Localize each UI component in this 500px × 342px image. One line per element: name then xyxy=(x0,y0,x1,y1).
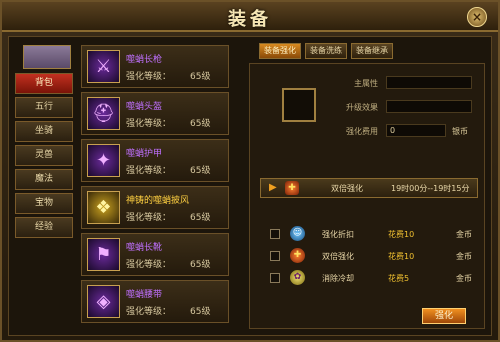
category-nav: 背包 五行 坐骑 灵兽 魔法 宝物 经验 xyxy=(15,45,75,325)
item-name: 噬蛸腰带 xyxy=(126,290,163,300)
enhance-body: 主属性 升级效果 强化费用 0 银币 ▶ ✚ 双倍强化 19时00分--19时1… xyxy=(249,63,485,329)
equipment-row[interactable]: ⚔ 噬蛸长枪 强化等级： 65级 xyxy=(81,45,229,88)
item-name: 噬蛸头盔 xyxy=(126,102,163,112)
double-icon: ✚ xyxy=(290,248,305,263)
item-level-value: 65级 xyxy=(190,213,211,223)
enhance-panel: 装备强化 装备洗练 装备继承 主属性 升级效果 强化费用 0 银币 ▶ ✚ 双倍… xyxy=(245,41,489,333)
item-name: 噬蛸护甲 xyxy=(126,149,163,159)
main-attr-field xyxy=(386,76,472,89)
upgrade-effect-label: 升级效果 xyxy=(346,103,378,112)
cloak-icon: ❖ xyxy=(87,191,120,224)
item-level-label: 强化等级： xyxy=(126,260,172,270)
cost-field: 0 xyxy=(386,124,446,137)
equipment-row[interactable]: ◈ 噬蛸腰带 强化等级： 65级 xyxy=(81,280,229,323)
tab-refine[interactable]: 装备洗练 xyxy=(305,43,347,59)
item-name: 噬蛸长枪 xyxy=(126,55,163,65)
cost-unit: 银币 xyxy=(452,127,468,136)
equipment-row[interactable]: ⛑ 噬蛸头盔 强化等级： 65级 xyxy=(81,92,229,135)
belt-icon: ◈ xyxy=(87,285,120,318)
tab-enhance[interactable]: 装备强化 xyxy=(259,43,301,59)
discount-icon: ☺ xyxy=(290,226,305,241)
item-level-label: 强化等级： xyxy=(126,213,172,223)
option-name: 消除冷却 xyxy=(322,274,354,283)
nav-item-exp[interactable]: 经验 xyxy=(15,217,73,238)
window-title: 装备 xyxy=(228,9,272,30)
nav-item-magic[interactable]: 魔法 xyxy=(15,169,73,190)
cooldown-checkbox[interactable] xyxy=(270,273,280,283)
option-currency: 金币 xyxy=(456,252,472,261)
title-bar: 装备 × xyxy=(2,2,498,32)
close-icon[interactable]: × xyxy=(467,7,487,27)
item-level-value: 65级 xyxy=(190,72,211,82)
nav-item-pet[interactable]: 灵兽 xyxy=(15,145,73,166)
avatar xyxy=(23,45,71,69)
option-currency: 金币 xyxy=(456,230,472,239)
item-level-label: 强化等级： xyxy=(126,307,172,317)
enhance-button[interactable]: 强化 xyxy=(422,308,466,324)
item-level-value: 65级 xyxy=(190,119,211,129)
armor-icon: ✦ xyxy=(87,144,120,177)
equipment-slot[interactable] xyxy=(282,88,316,122)
double-icon: ✚ xyxy=(285,181,299,195)
item-level-label: 强化等级： xyxy=(126,119,172,129)
option-discount: ☺ 强化折扣 花费10 金币 xyxy=(260,226,478,244)
main-attr-label: 主属性 xyxy=(354,79,378,88)
buff-time: 19时00分--19时15分 xyxy=(391,184,470,193)
item-name: 噬蛸长靴 xyxy=(126,243,163,253)
boots-icon: ⚑ xyxy=(87,238,120,271)
cost-label: 强化费用 xyxy=(346,127,378,136)
discount-checkbox[interactable] xyxy=(270,229,280,239)
option-currency: 金币 xyxy=(456,274,472,283)
item-level-label: 强化等级： xyxy=(126,166,172,176)
item-name: 神铸的噬蛸披风 xyxy=(126,196,190,206)
option-name: 双倍强化 xyxy=(322,252,354,261)
item-level-value: 65级 xyxy=(190,260,211,270)
option-cooldown: ✿ 消除冷却 花费5 金币 xyxy=(260,270,478,288)
content-area: 背包 五行 坐骑 灵兽 魔法 宝物 经验 ⚔ 噬蛸长枪 强化等级： 65级 ⛑ … xyxy=(8,36,492,336)
nav-item-treasure[interactable]: 宝物 xyxy=(15,193,73,214)
option-cost: 花费10 xyxy=(388,252,415,261)
option-double: ✚ 双倍强化 花费10 金币 xyxy=(260,248,478,266)
upgrade-effect-field xyxy=(386,100,472,113)
nav-item-mount[interactable]: 坐骑 xyxy=(15,121,73,142)
nav-item-wuxing[interactable]: 五行 xyxy=(15,97,73,118)
equipment-row[interactable]: ✦ 噬蛸护甲 强化等级： 65级 xyxy=(81,139,229,182)
equipment-window: 装备 × 背包 五行 坐骑 灵兽 魔法 宝物 经验 ⚔ 噬蛸长枪 强化等级： 6… xyxy=(0,0,500,342)
equipment-row[interactable]: ❖ 神铸的噬蛸披风 强化等级： 65级 xyxy=(81,186,229,229)
double-checkbox[interactable] xyxy=(270,251,280,261)
equipment-list: ⚔ 噬蛸长枪 强化等级： 65级 ⛑ 噬蛸头盔 强化等级： 65级 ✦ 噬蛸护甲… xyxy=(81,45,231,333)
option-name: 强化折扣 xyxy=(322,230,354,239)
item-level-value: 65级 xyxy=(190,166,211,176)
double-enhance-buff[interactable]: ▶ ✚ 双倍强化 19时00分--19时15分 xyxy=(260,178,478,198)
spear-icon: ⚔ xyxy=(87,50,120,83)
nav-item-bag[interactable]: 背包 xyxy=(15,73,73,94)
item-level-label: 强化等级： xyxy=(126,72,172,82)
option-cost: 花费5 xyxy=(388,274,410,283)
cooldown-icon: ✿ xyxy=(290,270,305,285)
helmet-icon: ⛑ xyxy=(87,97,120,130)
arrow-icon: ▶ xyxy=(269,182,277,193)
buff-name: 双倍强化 xyxy=(331,184,363,193)
equipment-row[interactable]: ⚑ 噬蛸长靴 强化等级： 65级 xyxy=(81,233,229,276)
item-level-value: 65级 xyxy=(190,307,211,317)
option-cost: 花费10 xyxy=(388,230,415,239)
tab-inherit[interactable]: 装备继承 xyxy=(351,43,393,59)
